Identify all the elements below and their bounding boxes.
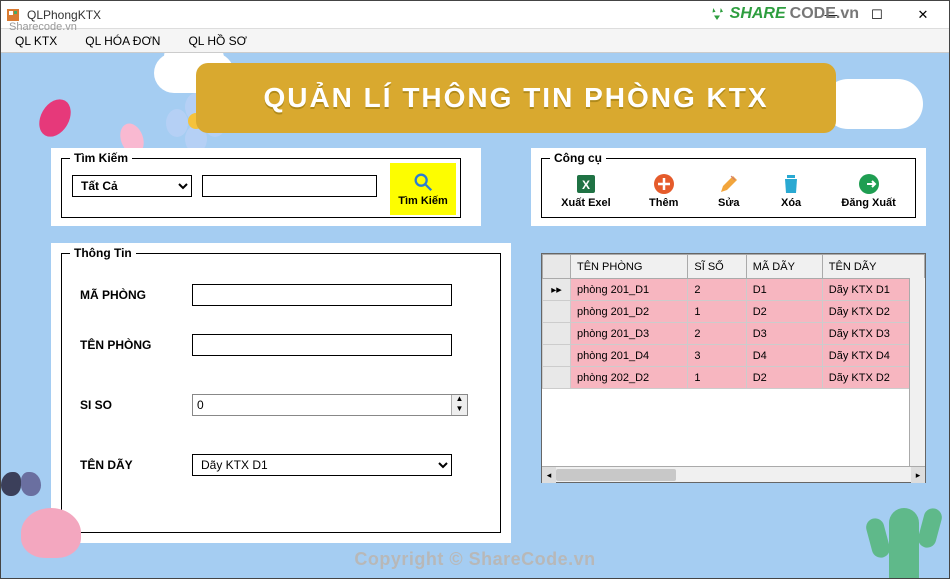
scroll-thumb[interactable] — [556, 469, 676, 481]
cell-si_so[interactable]: 1 — [688, 301, 746, 323]
titlebar: QLPhongKTX Sharecode.vn — ☐ ✕ SHARECODE.… — [1, 1, 949, 29]
cell-ma_day[interactable]: D1 — [746, 279, 822, 301]
table-row[interactable]: phòng 201_D43D4Dãy KTX D4 — [543, 345, 925, 367]
tools-legend: Công cụ — [550, 151, 606, 165]
window-title: QLPhongKTX — [27, 8, 101, 22]
cell-si_so[interactable]: 2 — [688, 323, 746, 345]
grid-corner[interactable] — [543, 255, 571, 279]
cell-ten_phong[interactable]: phòng 202_D2 — [571, 367, 688, 389]
table-row[interactable]: phòng 201_D32D3Dãy KTX D3 — [543, 323, 925, 345]
watermark-footer: Copyright © ShareCode.vn — [1, 549, 949, 570]
grid-header-tenday[interactable]: TÊN DÃY — [822, 255, 924, 279]
search-filter-select[interactable]: Tất Cả — [72, 175, 192, 197]
search-legend: Tìm Kiếm — [70, 151, 132, 165]
cloud-decoration — [823, 79, 923, 129]
data-grid[interactable]: TÊN PHÒNG SĨ SỐ MÃ DÃY TÊN DÃY ▸phòng 20… — [541, 253, 926, 483]
ten-phong-input[interactable] — [192, 334, 452, 356]
table-row[interactable]: phòng 201_D21D2Dãy KTX D2 — [543, 301, 925, 323]
cell-si_so[interactable]: 1 — [688, 367, 746, 389]
page-banner: QUẢN LÍ THÔNG TIN PHÒNG KTX — [196, 63, 836, 133]
info-group: Thông Tin MÃ PHÒNG TÊN PHÒNG SI SO ▲ ▼ — [61, 253, 501, 533]
cell-si_so[interactable]: 2 — [688, 279, 746, 301]
cell-ma_day[interactable]: D2 — [746, 301, 822, 323]
scroll-right-arrow[interactable]: ▸ — [911, 467, 925, 483]
grid-header-maday[interactable]: MÃ DÃY — [746, 255, 822, 279]
edit-button[interactable]: Sửa — [717, 172, 741, 209]
menu-ql-hoadon[interactable]: QL HÓA ĐƠN — [71, 29, 174, 52]
row-header[interactable]: ▸ — [543, 279, 571, 301]
cell-ten_phong[interactable]: phòng 201_D4 — [571, 345, 688, 367]
watermark-logo: SHARECODE.vn — [708, 5, 859, 23]
search-button[interactable]: Tìm Kiếm — [390, 163, 456, 215]
recycle-icon — [708, 5, 726, 23]
grid-header-tenphong[interactable]: TÊN PHÒNG — [571, 255, 688, 279]
svg-text:X: X — [582, 178, 590, 192]
cell-ten_phong[interactable]: phòng 201_D1 — [571, 279, 688, 301]
search-group: Tìm Kiếm Tất Cả Tìm Kiếm — [61, 158, 461, 218]
grid-h-scrollbar[interactable]: ◂ ▸ — [542, 466, 925, 482]
maximize-button[interactable]: ☐ — [855, 2, 899, 28]
cell-ma_day[interactable]: D3 — [746, 323, 822, 345]
delete-button[interactable]: Xóa — [779, 172, 803, 209]
add-icon — [652, 172, 676, 196]
menu-ql-hoso[interactable]: QL HỒ SƠ — [174, 29, 261, 52]
cell-ten_phong[interactable]: phòng 201_D3 — [571, 323, 688, 345]
edit-icon — [717, 172, 741, 196]
cell-si_so[interactable]: 3 — [688, 345, 746, 367]
export-excel-button[interactable]: X Xuất Exel — [561, 172, 611, 209]
delete-icon — [779, 172, 803, 196]
si-so-spinner[interactable]: ▲ ▼ — [192, 394, 468, 416]
row-header[interactable] — [543, 301, 571, 323]
ten-phong-label: TÊN PHÒNG — [80, 338, 180, 352]
spinner-down[interactable]: ▼ — [452, 405, 467, 415]
cell-ma_day[interactable]: D4 — [746, 345, 822, 367]
search-icon — [412, 171, 434, 193]
ten-day-select[interactable]: Dãy KTX D1 — [192, 454, 452, 476]
cell-ma_day[interactable]: D2 — [746, 367, 822, 389]
add-button[interactable]: Thêm — [649, 172, 678, 209]
butterfly-decoration — [1, 472, 41, 508]
row-header[interactable] — [543, 367, 571, 389]
logout-icon — [857, 172, 881, 196]
si-so-label: SI SO — [80, 398, 180, 412]
scroll-left-arrow[interactable]: ◂ — [542, 467, 556, 483]
table-row[interactable]: phòng 202_D21D2Dãy KTX D2 — [543, 367, 925, 389]
search-input[interactable] — [202, 175, 377, 197]
tools-group: Công cụ X Xuất Exel Thêm Sửa Xóa — [541, 158, 916, 218]
page-title: QUẢN LÍ THÔNG TIN PHÒNG KTX — [263, 82, 768, 114]
grid-v-scrollbar[interactable] — [909, 278, 925, 466]
table-row[interactable]: ▸phòng 201_D12D1Dãy KTX D1 — [543, 279, 925, 301]
ma-phong-label: MÃ PHÒNG — [80, 288, 180, 302]
cell-ten_phong[interactable]: phòng 201_D2 — [571, 301, 688, 323]
ma-phong-input[interactable] — [192, 284, 452, 306]
menubar: QL KTX QL HÓA ĐƠN QL HỒ SƠ — [1, 29, 949, 53]
close-button[interactable]: ✕ — [901, 2, 945, 28]
excel-icon: X — [574, 172, 598, 196]
watermark-overlay: Sharecode.vn — [9, 21, 77, 33]
si-so-input[interactable] — [193, 395, 451, 415]
ten-day-label: TÊN DÃY — [80, 458, 180, 472]
grid-header-siso[interactable]: SĨ SỐ — [688, 255, 746, 279]
row-header[interactable] — [543, 345, 571, 367]
logout-button[interactable]: Đăng Xuất — [841, 172, 895, 209]
info-legend: Thông Tin — [70, 246, 136, 260]
row-header[interactable] — [543, 323, 571, 345]
